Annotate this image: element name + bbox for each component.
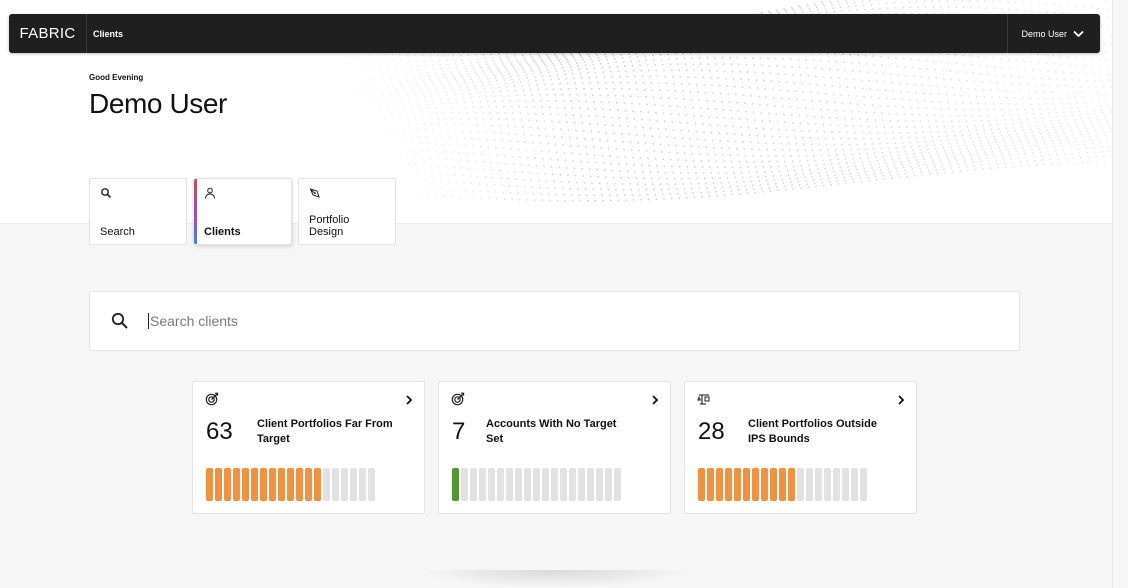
bar-segment-filled (743, 468, 750, 501)
bar-segment-filled (215, 468, 222, 501)
bar-segment-empty (341, 468, 348, 501)
bar-segment-empty (323, 468, 330, 501)
bar-segment-empty (824, 468, 831, 501)
nav-tile-portfolio-design[interactable]: Portfolio Design (298, 178, 396, 245)
user-icon (205, 187, 215, 199)
bar-segment-empty (515, 468, 522, 501)
bar-segment-filled (752, 468, 759, 501)
bar-segment-empty (860, 468, 867, 501)
card-title: Accounts With No Target Set (486, 418, 617, 445)
bar-segment-empty (587, 468, 594, 501)
card-count: 7 (452, 418, 466, 445)
bar-segment-empty (470, 468, 477, 501)
bar-segment-filled (716, 468, 723, 501)
top-navigation-bar: FABRIC Clients Demo User (9, 14, 1100, 53)
bar-segment-empty (350, 468, 357, 501)
text-cursor (148, 313, 149, 329)
bar-segment-filled (233, 468, 240, 501)
bar-segment-empty (797, 468, 804, 501)
bar-segment-empty (569, 468, 576, 501)
bar-segment-empty (479, 468, 486, 501)
insight-card-outside-ips[interactable]: 28 Client Portfolios Outside IPS Bounds (684, 381, 917, 514)
progress-bars (452, 468, 621, 501)
card-count: 63 (206, 418, 233, 445)
user-menu-button[interactable]: Demo User (1007, 14, 1100, 53)
bar-segment-empty (506, 468, 513, 501)
insight-card-no-target[interactable]: 7 Accounts With No Target Set (438, 381, 671, 514)
client-search-box[interactable] (89, 291, 1020, 351)
bar-segment-filled (707, 468, 714, 501)
bar-segment-empty (596, 468, 603, 501)
bar-segment-empty (560, 468, 567, 501)
bar-segment-empty (533, 468, 540, 501)
user-menu-label: Demo User (1021, 28, 1067, 39)
bar-segment-empty (614, 468, 621, 501)
page-title: Demo User (89, 88, 227, 119)
bar-segment-filled (698, 468, 705, 501)
nav-tile-label: Portfolio Design (309, 214, 350, 238)
bar-segment-filled (269, 468, 276, 501)
bar-segment-empty (461, 468, 468, 501)
card-title: Client Portfolios Far From Target (257, 418, 393, 445)
bar-segment-filled (779, 468, 786, 501)
scale-icon (697, 394, 710, 405)
bar-segment-filled (314, 468, 321, 501)
target-icon (205, 392, 219, 406)
bar-segment-filled (452, 468, 459, 501)
bar-segment-empty (368, 468, 375, 501)
bar-segment-empty (851, 468, 858, 501)
search-icon (101, 188, 112, 199)
bar-segment-filled (224, 468, 231, 501)
bar-segment-empty (578, 468, 585, 501)
nav-tile-label: Clients (204, 226, 241, 238)
brand-logo[interactable]: FABRIC (9, 14, 87, 53)
bar-segment-empty (833, 468, 840, 501)
bar-segment-filled (770, 468, 777, 501)
bar-segment-empty (524, 468, 531, 501)
insight-card-far-from-target[interactable]: 63 Client Portfolios Far From Target (192, 381, 425, 514)
bar-segment-empty (605, 468, 612, 501)
bar-segment-filled (734, 468, 741, 501)
progress-bars (698, 468, 867, 501)
breadcrumb[interactable]: Clients (93, 29, 123, 39)
bar-segment-empty (551, 468, 558, 501)
nav-tile-search[interactable]: Search (89, 178, 187, 245)
bar-segment-filled (788, 468, 795, 501)
bar-segment-filled (260, 468, 267, 501)
bar-segment-empty (497, 468, 504, 501)
bar-segment-empty (815, 468, 822, 501)
pen-tool-icon (309, 188, 320, 198)
nav-tile-label: Search (100, 226, 135, 238)
chevron-right-icon (652, 395, 659, 405)
card-title: Client Portfolios Outside IPS Bounds (748, 418, 877, 445)
bar-segment-empty (842, 468, 849, 501)
bar-segment-filled (242, 468, 249, 501)
bar-segment-filled (305, 468, 312, 501)
bar-segment-empty (359, 468, 366, 501)
target-icon (451, 392, 465, 406)
chevron-right-icon (898, 395, 905, 405)
progress-bars (206, 468, 375, 501)
greeting-text: Good Evening (89, 73, 144, 82)
scrollbar-track[interactable] (1112, 0, 1128, 588)
bar-segment-filled (287, 468, 294, 501)
chevron-right-icon (406, 395, 413, 405)
bar-segment-filled (725, 468, 732, 501)
bar-segment-filled (296, 468, 303, 501)
bar-segment-empty (488, 468, 495, 501)
bottom-panel-shadow (420, 570, 690, 588)
search-icon (111, 312, 128, 329)
bar-segment-filled (251, 468, 258, 501)
bar-segment-filled (206, 468, 213, 501)
search-input[interactable] (150, 313, 950, 329)
bar-segment-empty (332, 468, 339, 501)
bar-segment-filled (761, 468, 768, 501)
chevron-down-icon (1073, 30, 1084, 37)
bar-segment-empty (806, 468, 813, 501)
card-count: 28 (698, 418, 725, 445)
nav-tile-clients[interactable]: Clients (194, 178, 292, 245)
bar-segment-filled (278, 468, 285, 501)
bar-segment-empty (542, 468, 549, 501)
